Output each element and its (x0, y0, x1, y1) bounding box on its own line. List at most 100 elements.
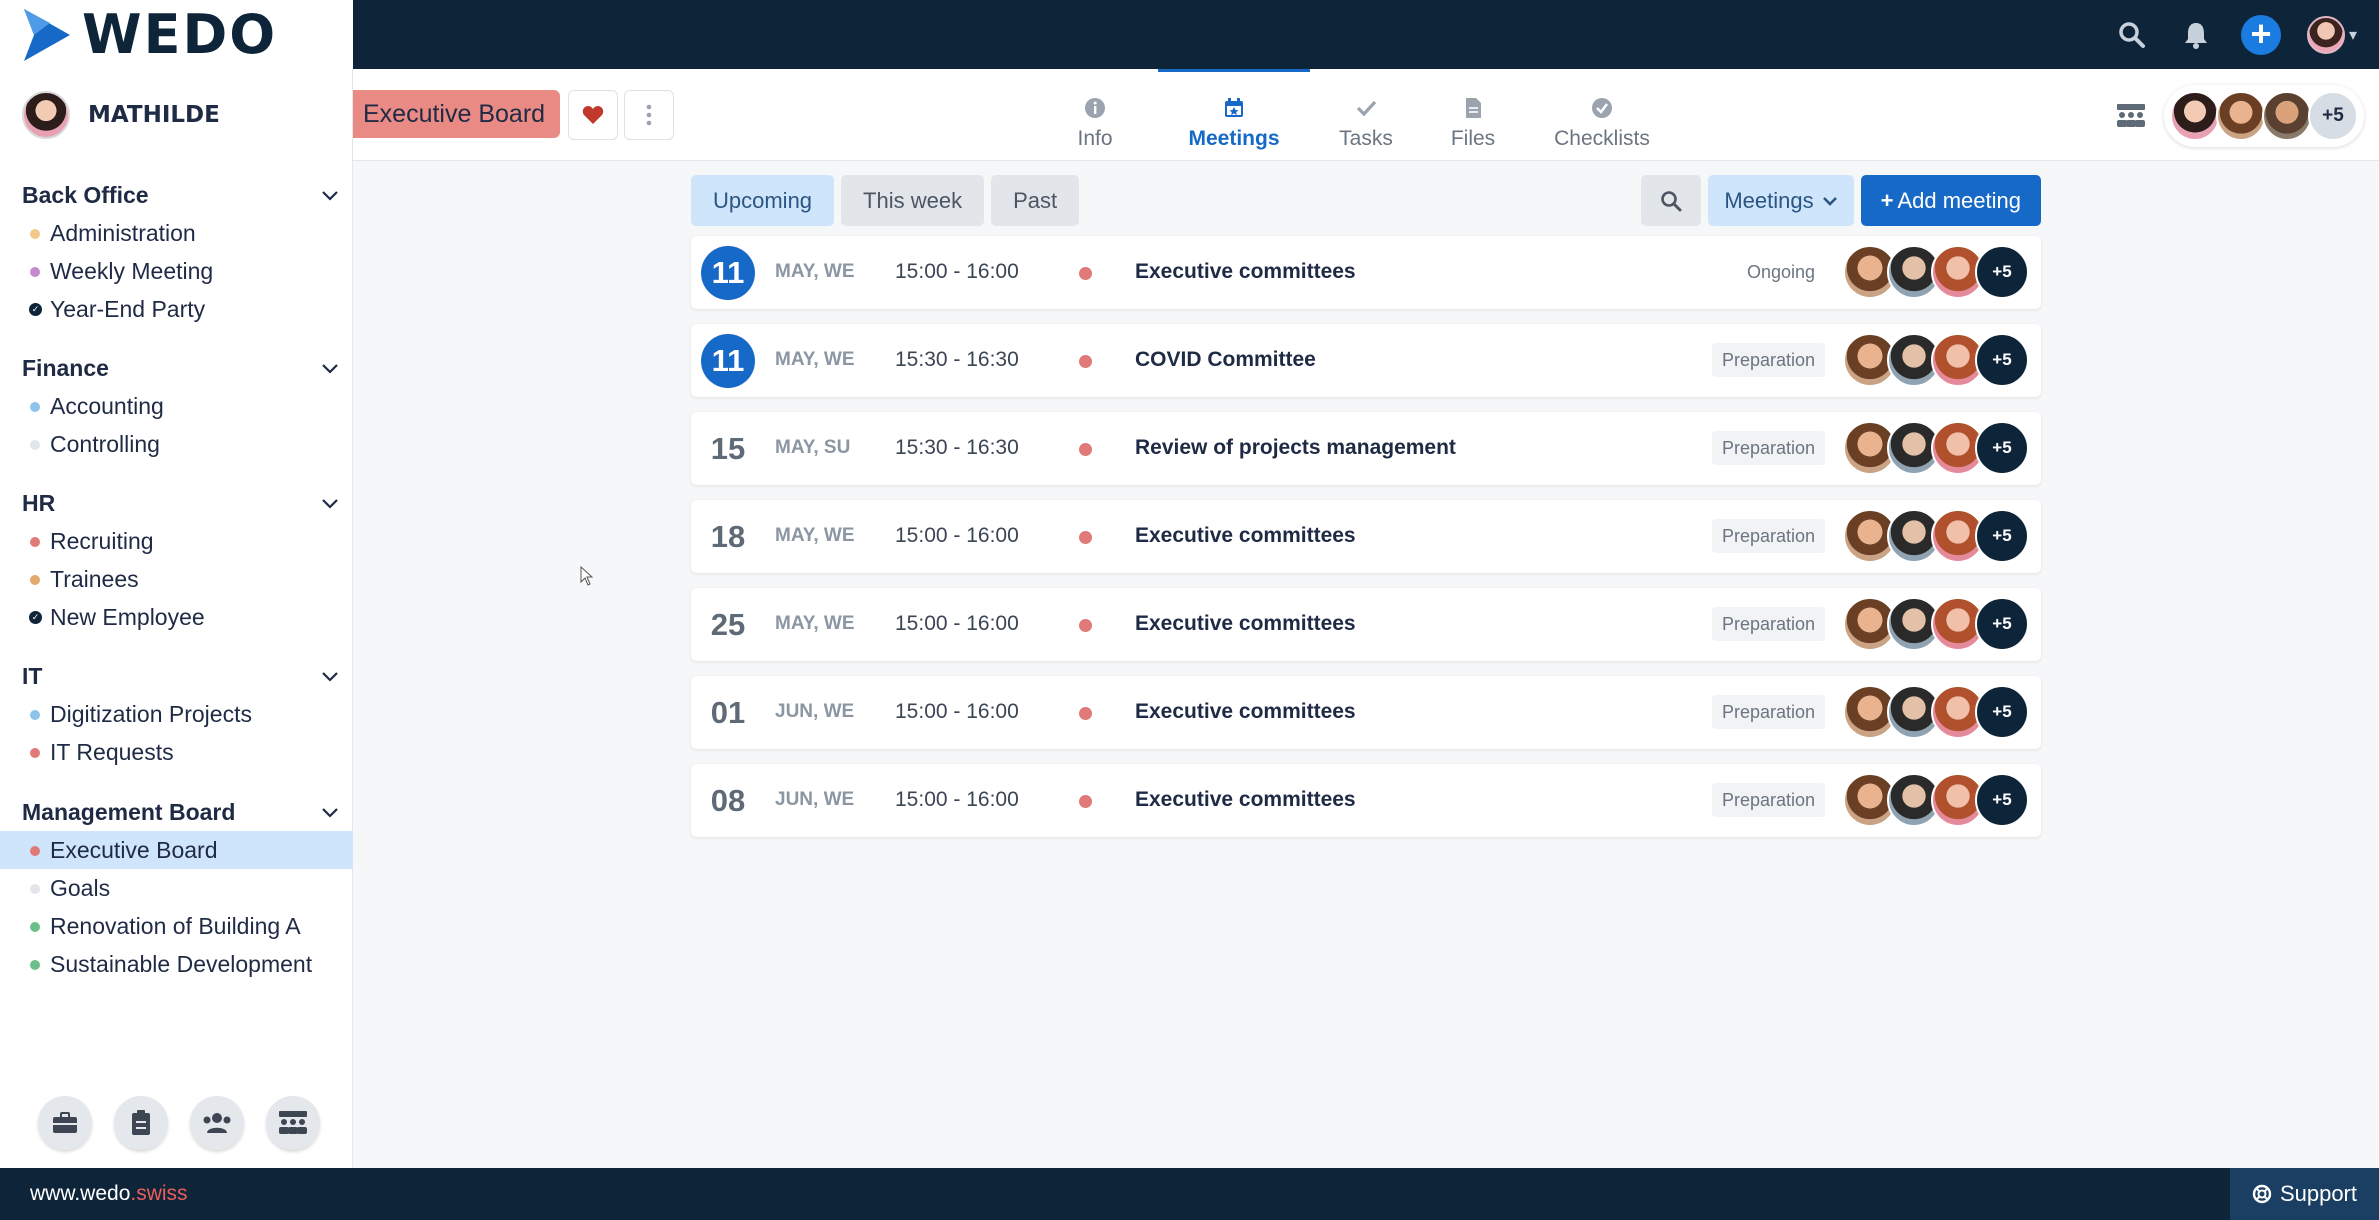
avatar (2170, 91, 2220, 141)
sidebar-item-renovation-building-a[interactable]: Renovation of Building A (0, 907, 353, 945)
briefcase-icon[interactable] (38, 1096, 92, 1150)
quick-add-button[interactable]: + (2240, 14, 2281, 55)
sidebar-group-title[interactable]: Finance (0, 349, 353, 387)
sidebar-group-hr: HR Recruiting Trainees ✓ New Employee (0, 484, 353, 636)
tab-label: Tasks (1339, 127, 1393, 150)
meeting-attendees[interactable]: +5 (1843, 685, 2029, 739)
sidebar-group-it: IT Digitization Projects IT Requests (0, 657, 353, 771)
status-dot (30, 846, 40, 856)
status-badge: Ongoing (1736, 255, 1825, 289)
sidebar-item-digitization-projects[interactable]: Digitization Projects (0, 695, 353, 733)
status-badge: Preparation (1711, 695, 1825, 729)
support-button[interactable]: Support (2229, 1168, 2379, 1220)
sidebar-group-title[interactable]: IT (0, 657, 353, 695)
users-icon[interactable] (190, 1096, 244, 1150)
sidebar-item-trainees[interactable]: Trainees (0, 560, 353, 598)
sidebar-item-executive-board[interactable]: Executive Board (0, 831, 353, 869)
tab-files[interactable]: Files (1422, 69, 1524, 161)
sidebar-item-label: Sustainable Development (50, 950, 313, 977)
group-title-label: Back Office (22, 181, 149, 208)
sidebar-item-administration[interactable]: Administration (0, 214, 353, 252)
status-badge: Preparation (1711, 431, 1825, 465)
sidebar-item-weekly-meeting[interactable]: Weekly Meeting (0, 252, 353, 290)
tab-meetings[interactable]: Meetings (1158, 69, 1310, 161)
footer-url-suffix: .swiss (130, 1182, 188, 1205)
sidebar-item-sustainable-development[interactable]: Sustainable Development (0, 945, 353, 983)
status-badge: Preparation (1711, 607, 1825, 641)
meeting-title: Executive committees (1135, 700, 1356, 723)
group-title-label: IT (22, 662, 43, 689)
sidebar-item-it-requests[interactable]: IT Requests (0, 733, 353, 771)
meeting-title: Executive committees (1135, 524, 1356, 547)
tab-info[interactable]: Info (1032, 69, 1158, 161)
chevron-down-icon (1822, 196, 1837, 206)
status-dot (30, 229, 40, 239)
meeting-row[interactable]: 18 MAY, WE 15:00 - 16:00 Executive commi… (691, 500, 2041, 573)
favorite-button[interactable] (568, 90, 618, 140)
header-right: +5 (2110, 85, 2364, 147)
meetings-dropdown[interactable]: Meetings (1708, 175, 1854, 226)
more-options-button[interactable] (624, 90, 674, 140)
filter-this-week[interactable]: This week (841, 175, 985, 226)
search-meetings-button[interactable] (1641, 175, 1702, 226)
sidebar-group-title[interactable]: Management Board (0, 793, 353, 831)
clipboard-icon[interactable] (114, 1096, 168, 1150)
meeting-row[interactable]: 11 MAY, WE 15:30 - 16:30 COVID Committee… (691, 324, 2041, 397)
user-profile[interactable]: MATHILDE (22, 91, 220, 139)
sidebar-item-label: Executive Board (50, 836, 218, 863)
meeting-row[interactable]: 01 JUN, WE 15:00 - 16:00 Executive commi… (691, 676, 2041, 749)
project-title-tag[interactable]: Executive Board (353, 90, 561, 138)
check-icon: ✓ (29, 611, 42, 624)
meeting-date: JUN, WE (775, 789, 855, 810)
user-name: MATHILDE (88, 102, 220, 128)
mouse-cursor-icon (580, 566, 594, 586)
team-icon[interactable] (266, 1096, 320, 1150)
meeting-row[interactable]: 15 MAY, SU 15:30 - 16:30 Review of proje… (691, 412, 2041, 485)
sidebar-item-accounting[interactable]: Accounting (0, 387, 353, 425)
meeting-day: 01 (710, 695, 746, 730)
filter-past[interactable]: Past (991, 175, 1080, 226)
user-menu[interactable]: ▾ (2306, 15, 2357, 54)
tab-checklists[interactable]: Checklists (1524, 69, 1680, 161)
meeting-attendees[interactable]: +5 (1843, 333, 2029, 387)
sidebar-item-label: Renovation of Building A (50, 912, 301, 939)
lifebuoy-icon (2252, 1184, 2272, 1204)
search-icon[interactable] (2113, 16, 2151, 54)
meeting-day: 15 (710, 431, 746, 466)
logo[interactable]: WEDO (0, 0, 353, 69)
team-view-icon[interactable] (2110, 95, 2152, 137)
meeting-actions: Meetings + Add meeting (1641, 175, 2041, 226)
sidebar-group-title[interactable]: Back Office (0, 176, 353, 214)
search-icon (1661, 190, 1682, 211)
footer: www.wedo.swiss Support (0, 1168, 2379, 1220)
bell-icon[interactable] (2177, 16, 2215, 54)
meeting-time: 15:00 - 16:00 (895, 612, 1019, 635)
meeting-attendees[interactable]: +5 (1843, 509, 2029, 563)
sidebar-item-controlling[interactable]: Controlling (0, 425, 353, 463)
project-color-dot (1079, 531, 1092, 544)
sidebar-item-recruiting[interactable]: Recruiting (0, 522, 353, 560)
info-icon (1085, 98, 1105, 118)
tab-tasks[interactable]: Tasks (1310, 69, 1422, 161)
sidebar-item-year-end-party[interactable]: ✓ Year-End Party (0, 290, 353, 328)
sidebar-group-title[interactable]: HR (0, 484, 353, 522)
add-meeting-button[interactable]: + Add meeting (1860, 175, 2041, 226)
group-title-label: HR (22, 489, 56, 516)
meeting-row[interactable]: 25 MAY, WE 15:00 - 16:00 Executive commi… (691, 588, 2041, 661)
meeting-attendees[interactable]: +5 (1843, 773, 2029, 827)
meeting-filters: Upcoming This week Past (691, 175, 1080, 226)
sidebar-item-new-employee[interactable]: ✓ New Employee (0, 598, 353, 636)
filter-upcoming[interactable]: Upcoming (691, 175, 835, 226)
meeting-row[interactable]: 11 MAY, WE 15:00 - 16:00 Executive commi… (691, 236, 2041, 309)
status-dot (30, 537, 40, 547)
meeting-date: MAY, WE (775, 525, 855, 546)
footer-website-link[interactable]: www.wedo.swiss (30, 1182, 188, 1206)
meeting-attendees[interactable]: +5 (1843, 597, 2029, 651)
meeting-row[interactable]: 08 JUN, WE 15:00 - 16:00 Executive commi… (691, 764, 2041, 837)
project-members[interactable]: +5 (2164, 85, 2364, 147)
sidebar-item-goals[interactable]: Goals (0, 869, 353, 907)
sidebar-item-label: Year-End Party (50, 295, 206, 322)
project-color-dot (1079, 443, 1092, 456)
meeting-attendees[interactable]: +5 (1843, 245, 2029, 299)
meeting-attendees[interactable]: +5 (1843, 421, 2029, 475)
